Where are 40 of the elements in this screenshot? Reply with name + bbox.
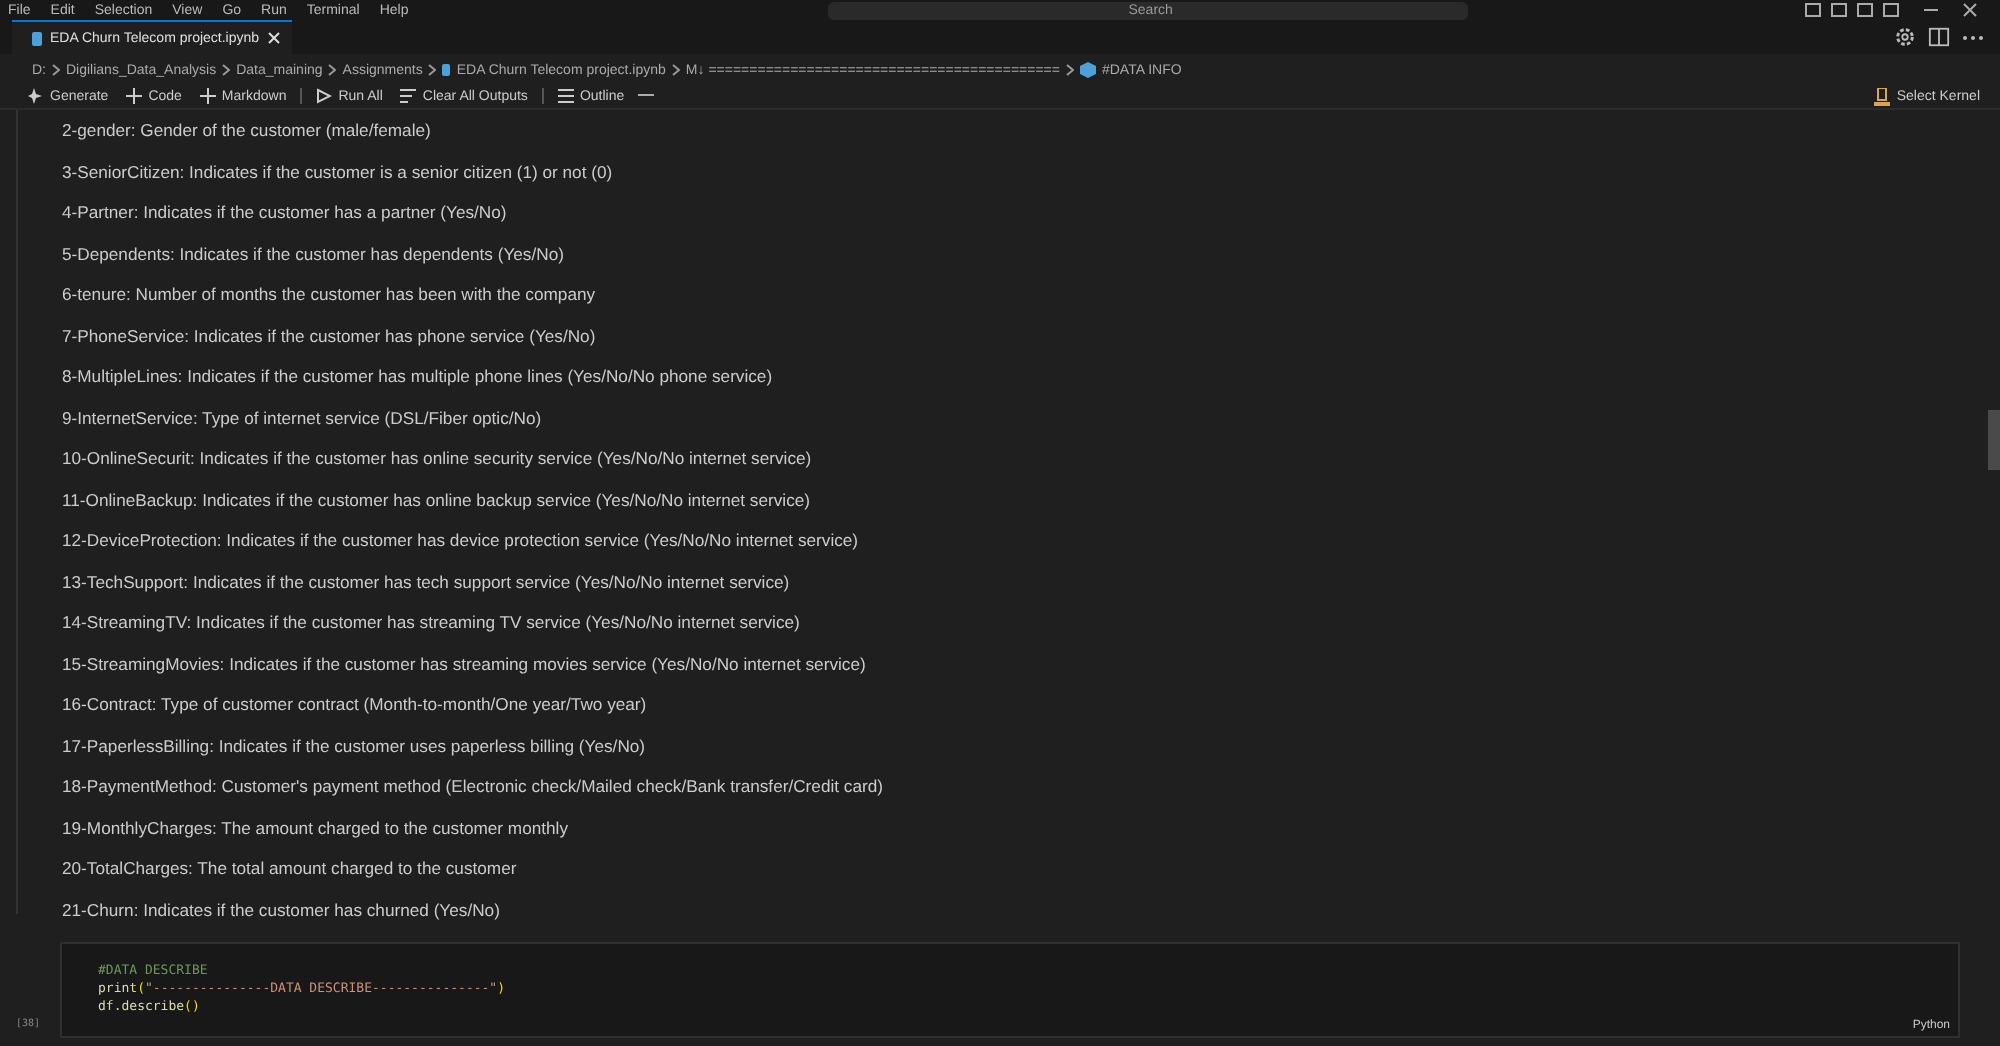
markdown-text: 6-tenure: Number of months the customer has been with the company [62, 282, 596, 308]
markdown-text: 20-TotalCharges: The total amount charged to the customer [62, 856, 517, 882]
markdown-text: 4-Partner: Indicates if the customer has a partner (Yes/No) [62, 200, 507, 226]
notebook-icon [32, 31, 42, 45]
chevron-icon [222, 64, 231, 76]
markdown-text: 14-StreamingTV: Indicates if the customer has streaming TV service (Yes/No/No internet service) [62, 610, 800, 636]
run-icon [316, 88, 333, 104]
more-icon[interactable] [1962, 33, 1984, 41]
kernel-icon [1874, 87, 1891, 105]
markdown-text: 16-Contract: Type of customer contract (Month-to-month/One year/Two year) [62, 692, 647, 718]
clear-icon [400, 88, 417, 104]
chevron-icon [428, 64, 437, 76]
chevron-icon [52, 64, 60, 76]
markdown-text: 5-Dependents: Indicates if the customer has dependents (Yes/No) [62, 241, 564, 268]
plus-icon [199, 88, 216, 104]
settings-icon[interactable] [1894, 26, 1916, 48]
list-icon [557, 88, 574, 104]
markdown-text: 19-MonthlyCharges: The amount charged to the customer monthly [62, 815, 569, 842]
markdown-text: 8-MultipleLines: Indicates if the customer has multiple phone lines (Yes/No/No phone service) [62, 364, 773, 390]
plus-icon [126, 88, 143, 104]
markdown-text: 17-PaperlessBilling: Indicates if the customer uses paperless billing (Yes/No) [62, 733, 646, 760]
markdown-text: 21-Churn: Indicates if the customer has churned (Yes/No) [62, 897, 500, 924]
markdown-text: 11-OnlineBackup: Indicates if the customer has online backup service (Yes/No/No internet service) [62, 487, 811, 514]
markdown-text: 9-InternetService: Type of internet service (DSL/Fiber optic/No) [62, 405, 542, 432]
markdown-text: 13-TechSupport: Indicates if the customer has tech support service (Yes/No/No internet service) [62, 569, 790, 596]
markdown-text: 15-StreamingMovies: Indicates if the customer has streaming movies service (Yes/No/No internet service) [62, 651, 866, 678]
sparkle-icon [28, 88, 44, 104]
split-editor-icon[interactable] [1928, 26, 1950, 48]
chevron-icon [671, 64, 680, 76]
markdown-text: 3-SeniorCitizen: Indicates if the customer is a senior citizen (1) or not (0) [62, 159, 613, 186]
close-icon[interactable] [267, 32, 280, 44]
markdown-text: 7-PhoneService: Indicates if the customer has phone service (Yes/No) [62, 323, 596, 350]
scrollbar-thumb[interactable] [1988, 410, 2000, 470]
notebook-icon [442, 64, 451, 76]
chevron-icon [328, 64, 337, 76]
markdown-text: 18-PaymentMethod: Customer's payment method (Electronic check/Mailed check/Bank transfer/Credit card) [62, 774, 883, 800]
markdown-text: 10-OnlineSecurit: Indicates if the customer has online security service (Yes/No/No internet service) [62, 446, 812, 472]
chevron-icon [1065, 64, 1074, 76]
markdown-text: 2-gender: Gender of the customer (male/female) [62, 118, 431, 144]
markdown-text: 12-DeviceProtection: Indicates if the customer has device protection service (Yes/No/No internet service) [62, 528, 859, 554]
